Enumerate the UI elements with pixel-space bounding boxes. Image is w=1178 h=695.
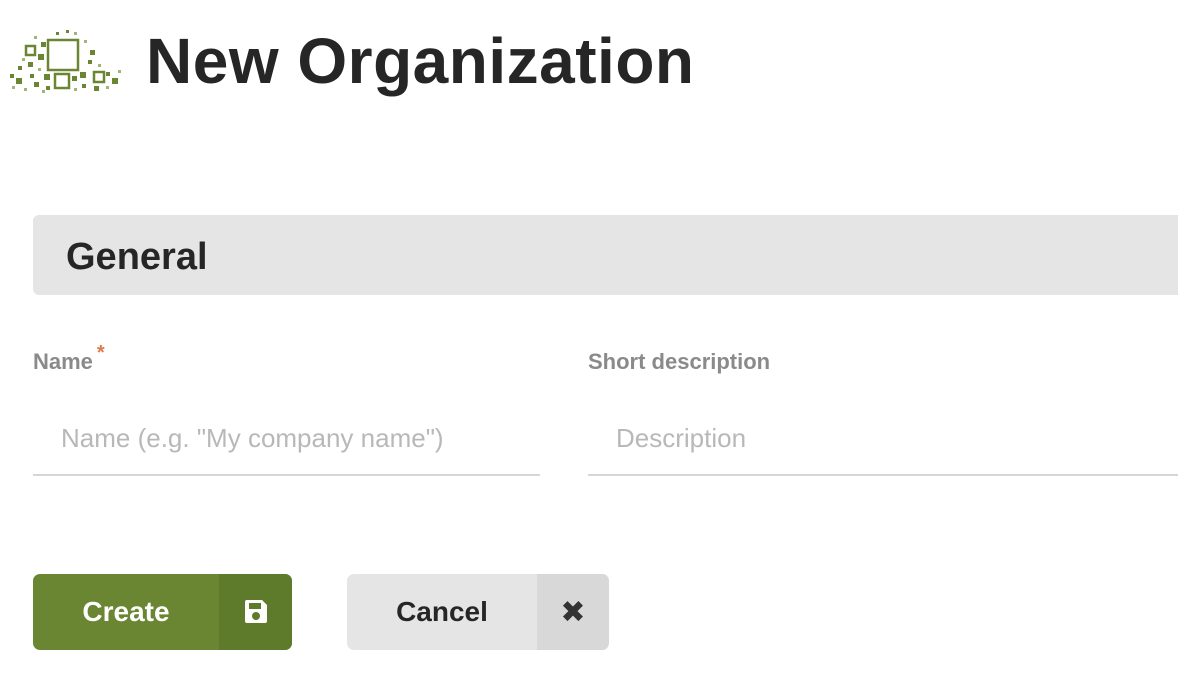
required-marker: *	[96, 342, 105, 364]
close-icon: ✖	[537, 574, 609, 650]
section-title: General	[66, 236, 208, 278]
section-header-general: General	[33, 215, 1178, 295]
description-field-label: Short description	[588, 348, 770, 376]
cancel-button[interactable]: Cancel ✖	[347, 574, 609, 650]
name-label-text: Name	[33, 349, 93, 374]
name-input[interactable]	[33, 402, 540, 476]
description-input[interactable]	[588, 402, 1178, 476]
name-field-label: Name *	[33, 342, 105, 377]
create-button-label: Create	[82, 596, 170, 627]
cancel-button-label: Cancel	[396, 596, 488, 627]
save-icon	[219, 574, 292, 650]
create-button[interactable]: Create	[33, 574, 292, 650]
pixel-squares-logo-icon	[10, 30, 121, 93]
page-title: New Organization	[146, 25, 695, 97]
description-label-text: Short description	[588, 349, 771, 374]
